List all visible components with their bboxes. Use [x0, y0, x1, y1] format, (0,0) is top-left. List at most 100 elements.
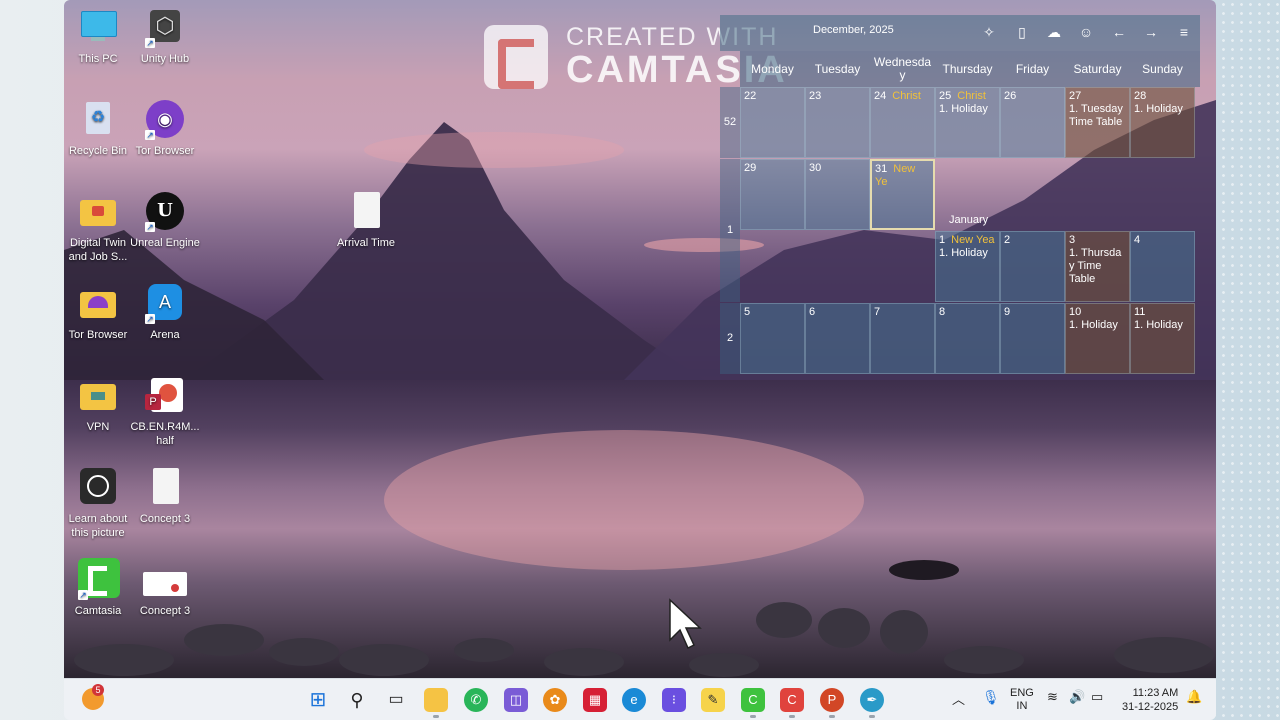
day-number: 26: [1004, 90, 1017, 102]
day-number: 6: [809, 306, 816, 318]
calendar-day-cell[interactable]: 9: [1000, 303, 1065, 374]
calendar-day-cell[interactable]: 10 1. Holiday: [1065, 303, 1130, 374]
arrow-right-icon[interactable]: →: [1142, 23, 1160, 41]
arrow-left-icon[interactable]: ←: [1110, 23, 1128, 41]
desktop-icon-arena[interactable]: A ↗ Arena: [127, 284, 203, 342]
desktop-icon-this-pc[interactable]: This PC: [64, 8, 136, 66]
app-orange-icon[interactable]: ✿: [543, 688, 567, 712]
calendar-day-cell[interactable]: 31 New Ye: [870, 159, 935, 230]
calendar-day-cell[interactable]: 24 Christ: [870, 87, 935, 158]
desktop-screen: This PC ⬡ ↗ Unity Hub ♻ Recycle Bin ◉ ↗ To…: [64, 0, 1216, 720]
task-view-icon[interactable]: ▭: [384, 688, 408, 712]
calendar-day-cell[interactable]: 22: [740, 87, 805, 158]
desktop-icon-concept-3-image[interactable]: Concept 3: [127, 560, 203, 618]
powerpoint-icon[interactable]: P: [820, 688, 844, 718]
day-number: 9: [1004, 306, 1011, 318]
camtasia-logo-icon: [484, 25, 548, 89]
event-title: Christ: [892, 90, 921, 102]
taskbar: 5 ⊞ ⚲ ▭ ✆ ◫ ✿ ▦ e ⁝ ✎ C C P ✒ ︿ 🎙 ENG IN…: [64, 678, 1216, 720]
microphone-icon[interactable]: 🎙: [982, 689, 1000, 706]
day-number: 5: [744, 306, 751, 318]
language-indicator[interactable]: ENG IN: [1010, 687, 1034, 713]
day-number: 2: [1004, 234, 1011, 246]
event-title: Christ: [957, 90, 986, 102]
desktop-icon-learn-picture[interactable]: Learn about this picture: [64, 468, 136, 540]
day-header-wednesday: Wednesda y: [873, 55, 932, 82]
calendar-day-cell[interactable]: 26: [1000, 87, 1065, 158]
apps-grid-icon[interactable]: ⁝: [662, 688, 686, 712]
folder-icon: [78, 284, 118, 324]
image-file-icon: [143, 560, 187, 600]
desktop-icon-tor-folder[interactable]: Tor Browser: [64, 284, 136, 342]
phone-icon[interactable]: ▯: [1013, 23, 1031, 41]
calendar-day-cell[interactable]: 7: [870, 303, 935, 374]
event-note: 1. Tuesday Time Table: [1069, 103, 1123, 128]
calendar-day-cell[interactable]: 4: [1130, 231, 1195, 302]
day-number: 24: [874, 90, 887, 102]
arena-icon: A ↗: [145, 284, 185, 324]
monitor-icon: [78, 8, 118, 48]
desktop-icon-concept-3[interactable]: Concept 3: [127, 468, 203, 526]
desktop-icon-unity-hub[interactable]: ⬡ ↗ Unity Hub: [127, 8, 203, 66]
tor-icon: ◉ ↗: [145, 100, 185, 140]
desktop-icon-camtasia[interactable]: ↗ Camtasia: [64, 558, 136, 618]
calendar-day-cell[interactable]: 28 1. Holiday: [1130, 87, 1195, 158]
calendar-day-cell[interactable]: 23: [805, 87, 870, 158]
calendar-day-cell[interactable]: 2: [1000, 231, 1065, 302]
calendar-day-cell[interactable]: 29: [740, 159, 805, 230]
desktop-icon-tor-browser[interactable]: ◉ ↗ Tor Browser: [127, 100, 203, 158]
week-number: 1: [720, 159, 740, 302]
camtasia-icon[interactable]: C: [741, 688, 765, 718]
decorative-dot-pattern: [1210, 0, 1280, 720]
event-note: 1. Holiday: [939, 103, 988, 115]
menu-icon[interactable]: ≡: [1175, 23, 1193, 41]
calendar-day-cell[interactable]: 3 1. Thursda y Time Table: [1065, 231, 1130, 302]
calendar-day-cell[interactable]: 25 Christ 1. Holiday: [935, 87, 1000, 158]
calendar-day-cell[interactable]: 6: [805, 303, 870, 374]
week-number: 2: [720, 303, 740, 374]
desktop-icon-recycle-bin[interactable]: ♻ Recycle Bin: [64, 100, 136, 158]
day-header-tuesday: Tuesday: [814, 61, 861, 76]
day-number: 28: [1134, 90, 1147, 102]
puzzle-icon[interactable]: ✧: [980, 23, 998, 41]
day-header-sunday: Sunday: [1142, 61, 1183, 76]
clock[interactable]: 11:23 AM 31-12-2025: [1122, 686, 1178, 714]
desktop-icon-arrival-time[interactable]: Arrival Time: [328, 192, 404, 250]
desktop-icon-digital-twin[interactable]: Digital Twin and Job S...: [64, 192, 136, 264]
edge-icon[interactable]: e: [622, 688, 646, 712]
calendar-month-label: December, 2025: [813, 24, 894, 36]
sticky-notes-icon[interactable]: ✎: [701, 688, 725, 712]
desktop-icon-cb-en[interactable]: P CB.EN.R4M... half: [127, 376, 203, 448]
day-number: 8: [939, 306, 946, 318]
file-explorer-icon[interactable]: [424, 688, 448, 718]
whatsapp-icon[interactable]: ✆: [464, 688, 488, 712]
calendar-day-header-row: Monday Tuesday Wednesda y Thursday Frida…: [740, 51, 1200, 87]
day-number: 25: [939, 90, 952, 102]
calendar-day-cell[interactable]: 5: [740, 303, 805, 374]
camtasia-icon: ↗: [78, 558, 120, 600]
cloud-check-icon[interactable]: ☁: [1045, 23, 1063, 41]
camtasia-recorder-icon[interactable]: C: [780, 688, 804, 718]
search-icon[interactable]: ⚲: [345, 688, 369, 712]
powerpoint-icon: P: [145, 376, 185, 416]
day-number: 30: [809, 162, 822, 174]
person-icon[interactable]: ☺: [1077, 23, 1095, 41]
calendar-day-cell[interactable]: 27 1. Tuesday Time Table: [1065, 87, 1130, 158]
calendar-day-cell[interactable]: 1 New Yea 1. Holiday: [935, 231, 1000, 302]
chevron-up-icon[interactable]: ︿: [952, 689, 965, 708]
calendar-day-cell[interactable]: 11 1. Holiday: [1130, 303, 1195, 374]
unreal-icon: U ↗: [145, 192, 185, 232]
start-icon[interactable]: ⊞: [306, 688, 330, 712]
desktop-icon-vpn[interactable]: VPN: [64, 376, 136, 434]
app-red-icon[interactable]: ▦: [583, 688, 607, 712]
calendar-day-cell[interactable]: 30: [805, 159, 870, 230]
battery-icon[interactable]: ▭: [1091, 689, 1103, 705]
wifi-icon[interactable]: ≋: [1047, 689, 1058, 705]
desktop-icon-unreal-engine[interactable]: U ↗ Unreal Engine: [127, 192, 203, 250]
notification-bell-icon[interactable]: 🔔: [1186, 689, 1202, 705]
volume-icon[interactable]: 🔊: [1069, 689, 1085, 705]
feather-icon[interactable]: ✒: [860, 688, 884, 718]
copilot-icon[interactable]: ◫: [504, 688, 528, 712]
day-number: 31: [875, 163, 888, 175]
calendar-day-cell[interactable]: 8: [935, 303, 1000, 374]
